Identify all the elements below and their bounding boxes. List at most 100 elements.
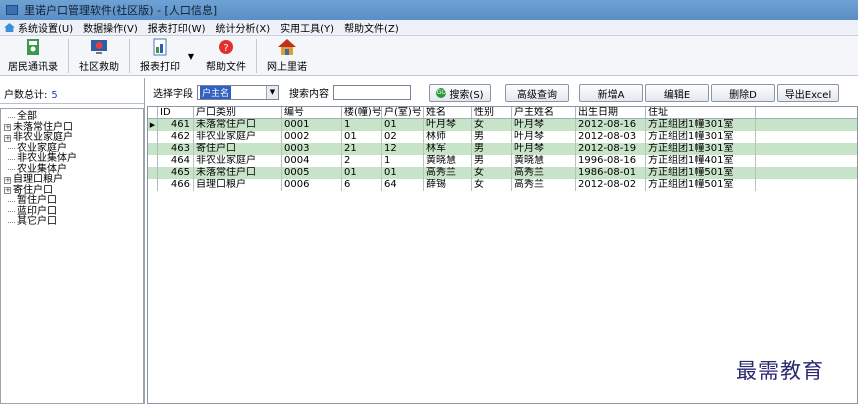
table-cell: 464	[158, 155, 194, 167]
table-cell: 461	[158, 119, 194, 131]
delete-button[interactable]: 删除D	[711, 84, 775, 102]
menu-system[interactable]: 系统设置(U)	[4, 20, 73, 35]
search-button[interactable]: GO 搜索(S)	[429, 84, 491, 102]
online-lino-button[interactable]: 网上里诺	[261, 37, 313, 75]
window-title: 里诺户口管理软件(社区版) - [人口信息]	[24, 4, 218, 17]
row-indicator	[148, 179, 158, 191]
tree-node[interactable]: + 非农业家庭户	[1, 132, 143, 144]
table-row[interactable]: ▶ 461 未落常住户口 0001 1 01 叶月琴女叶月琴 2012-08-16 方正组团1幢…	[148, 119, 857, 131]
table-row[interactable]: 465 未落常住户口 0005 01 01 高秀兰女高秀兰 1986-08-01 方正组团1幢…	[148, 167, 857, 179]
tree-node[interactable]: 暂住户口	[1, 195, 143, 207]
field-select[interactable]: 户主名 ▼	[197, 84, 279, 100]
table-cell: 非农业家庭户	[194, 131, 282, 143]
chevron-down-icon: ▼	[266, 85, 278, 99]
household-type-tree[interactable]: 全部 + 未落常住户口 + 非农业家庭户 农业家庭户 非农业集体户 农业集体户 + 自理口粮户 + 寄…	[0, 108, 144, 404]
edit-button[interactable]: 编辑E	[645, 84, 709, 102]
go-icon: GO	[436, 88, 447, 98]
tree-node[interactable]: + 自理口粮户	[1, 174, 143, 186]
add-button[interactable]: 新增A	[579, 84, 643, 102]
column-header[interactable]: 出生日期	[576, 107, 646, 118]
table-cell: 2012-08-16	[576, 119, 646, 131]
column-header[interactable]: 户主姓名	[512, 107, 576, 118]
report-icon	[153, 38, 167, 56]
community-relief-button[interactable]: 社区救助	[73, 37, 125, 75]
app-icon	[6, 5, 18, 15]
watermark: 最需教育	[736, 359, 824, 383]
table-cell: 01	[342, 167, 382, 179]
table-cell: 0001	[282, 119, 342, 131]
table-cell: 林师	[424, 131, 472, 143]
field-select-value: 户主名	[200, 85, 232, 99]
table-row[interactable]: 462 非农业家庭户 0002 01 02 林师男叶月琴 2012-08-03 方正组团1幢3…	[148, 131, 857, 143]
table-cell: 01	[382, 119, 424, 131]
table-cell: 21	[342, 143, 382, 155]
expand-icon[interactable]: +	[4, 134, 11, 142]
expand-icon[interactable]: +	[4, 124, 11, 132]
tree-node[interactable]: 非农业集体户	[1, 153, 143, 165]
table-cell: 方正组团1幢301室	[646, 119, 756, 131]
column-header[interactable]: 住址	[646, 107, 756, 118]
resident-directory-button[interactable]: 居民通讯录	[2, 37, 64, 75]
table-cell: 叶月琴	[512, 131, 576, 143]
table-cell: 方正组团1幢301室	[646, 131, 756, 143]
table-cell: 黄晓慧	[424, 155, 472, 167]
table-cell: 02	[382, 131, 424, 143]
table-cell: 女	[472, 179, 512, 191]
report-dropdown-arrow[interactable]: ▼	[186, 37, 196, 75]
table-cell: 叶月琴	[512, 143, 576, 155]
table-cell: 64	[382, 179, 424, 191]
help-icon: ?	[219, 40, 233, 54]
export-excel-button[interactable]: 导出Excel	[777, 84, 839, 102]
expand-icon[interactable]: +	[4, 187, 11, 195]
help-file-button[interactable]: ? 帮助文件	[200, 37, 252, 75]
tree-node[interactable]: 其它户口	[1, 216, 143, 228]
table-row[interactable]: 466 自理口粮户 0006 6 64 薛锡女高秀兰 2012-08-02 方正组团1幢501…	[148, 179, 857, 191]
table-cell: 462	[158, 131, 194, 143]
table-cell: 非农业家庭户	[194, 155, 282, 167]
menu-stats[interactable]: 统计分析(X)	[215, 20, 270, 35]
table-cell: 1986-08-01	[576, 167, 646, 179]
table-cell: 叶月琴	[424, 119, 472, 131]
row-indicator: ▶	[148, 119, 158, 131]
menu-tools[interactable]: 实用工具(Y)	[280, 20, 334, 35]
column-header[interactable]: 编号	[282, 107, 342, 118]
tree-node[interactable]: 全部	[1, 111, 143, 123]
table-cell: 男	[472, 155, 512, 167]
household-count: 户数总计: 5	[0, 78, 144, 104]
menu-bar: 系统设置(U) 数据操作(V) 报表打印(W) 统计分析(X) 实用工具(Y) …	[0, 20, 858, 36]
table-cell: 薛锡	[424, 179, 472, 191]
menu-report[interactable]: 报表打印(W)	[148, 20, 206, 35]
search-input[interactable]	[333, 84, 411, 100]
column-header[interactable]: 户口类别	[194, 107, 282, 118]
table-cell: 男	[472, 143, 512, 155]
table-cell: 未落常住户口	[194, 167, 282, 179]
report-print-button[interactable]: 报表打印	[134, 37, 186, 75]
expand-icon[interactable]: +	[4, 176, 11, 184]
row-indicator	[148, 167, 158, 179]
column-header[interactable]: 楼(幢)号	[342, 107, 382, 118]
column-header[interactable]: 姓名	[424, 107, 472, 118]
menu-data[interactable]: 数据操作(V)	[83, 20, 138, 35]
table-cell: 黄晓慧	[512, 155, 576, 167]
menu-help[interactable]: 帮助文件(Z)	[344, 20, 399, 35]
table-cell: 0003	[282, 143, 342, 155]
column-header[interactable]: 性别	[472, 107, 512, 118]
column-header[interactable]: ID	[158, 107, 194, 118]
table-cell: 未落常住户口	[194, 119, 282, 131]
tree-node-label: 非农业集体户	[17, 153, 77, 164]
table-cell: 0006	[282, 179, 342, 191]
table-cell: 0004	[282, 155, 342, 167]
row-indicator	[148, 155, 158, 167]
table-cell: 男	[472, 131, 512, 143]
table-cell: 1	[382, 155, 424, 167]
advanced-search-button[interactable]: 高级查询	[505, 84, 569, 102]
table-cell: 466	[158, 179, 194, 191]
left-panel: 户数总计: 5 全部 + 未落常住户口 + 非农业家庭户 农业家庭户 非农业集体户 农业集体户 +…	[0, 78, 145, 404]
table-cell: 2012-08-02	[576, 179, 646, 191]
column-header[interactable]: 户(室)号	[382, 107, 424, 118]
table-row[interactable]: 464 非农业家庭户 0004 2 1 黄晓慧男黄晓慧 1996-08-16 方正组团1幢40…	[148, 155, 857, 167]
table-cell: 0005	[282, 167, 342, 179]
field-label: 选择字段	[153, 88, 193, 100]
tree-node-label: 非农业家庭户	[13, 132, 73, 143]
table-row[interactable]: 463 寄住户口 0003 21 12 林军男叶月琴 2012-08-19 方正组团1幢301…	[148, 143, 857, 155]
